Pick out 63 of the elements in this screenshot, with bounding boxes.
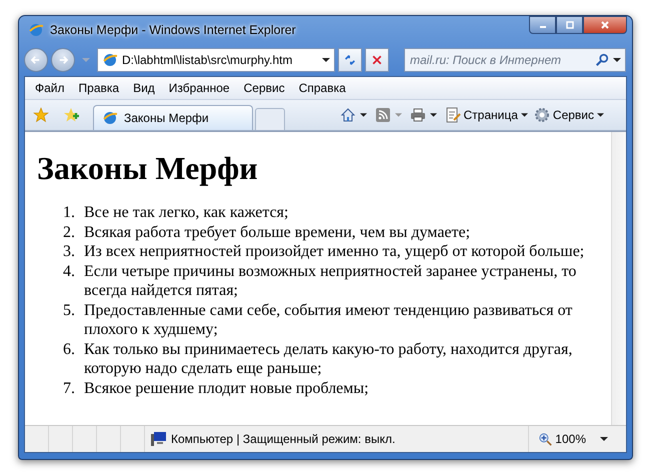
menu-item[interactable]: Избранное <box>168 81 230 95</box>
list-number: 2. <box>62 222 75 242</box>
back-button[interactable] <box>24 48 48 72</box>
search-icon[interactable] <box>595 53 609 67</box>
dropdown-icon[interactable] <box>613 58 621 62</box>
page-heading: Законы Мерфи <box>37 149 259 188</box>
globe-icon <box>102 110 118 126</box>
stop-button[interactable] <box>365 48 389 72</box>
dropdown-icon[interactable] <box>322 58 330 62</box>
zoom-button[interactable]: 100% <box>528 426 586 452</box>
zoom-icon <box>539 432 552 446</box>
refresh-icon <box>343 53 357 67</box>
window-title: Законы Мерфи - Windows Internet Explorer <box>50 23 296 37</box>
maximize-button[interactable] <box>556 16 583 34</box>
dropdown-icon[interactable] <box>360 113 367 117</box>
caret-icon <box>597 113 604 117</box>
menu-item[interactable]: Сервис <box>244 81 285 95</box>
star-icon[interactable] <box>33 107 49 123</box>
menu-item[interactable]: Вид <box>133 81 155 95</box>
browser-tab[interactable]: Законы Мерфи <box>93 105 253 130</box>
list-item: Всякое решение плодит новые проблемы; <box>84 378 370 398</box>
close-icon <box>600 20 610 30</box>
menu-item[interactable]: Справка <box>298 81 346 95</box>
dropdown-icon[interactable] <box>430 113 437 117</box>
search-field[interactable]: mail.ru: Поиск в Интернет <box>410 53 595 67</box>
close-button[interactable] <box>583 16 627 34</box>
address-field[interactable]: D:\labhtml\listab\src\murphy.htm <box>122 53 314 67</box>
refresh-button[interactable] <box>338 48 362 72</box>
stop-icon <box>371 54 383 66</box>
caret-icon <box>520 113 528 117</box>
gear-icon <box>534 107 550 123</box>
address-bar[interactable]: D:\labhtml\listab\src\murphy.htm <box>97 48 335 72</box>
list-number: 1. <box>62 203 75 223</box>
page-icon <box>444 107 461 123</box>
scrollbar[interactable] <box>611 132 626 425</box>
status-text: Компьютер | Защищенный режим: выкл. <box>171 432 396 446</box>
home-icon[interactable] <box>340 107 356 123</box>
tools-menu-button[interactable]: Сервис <box>534 103 604 127</box>
printer-icon[interactable] <box>410 107 426 123</box>
globe-icon <box>28 22 44 38</box>
menu-item[interactable]: Правка <box>78 81 120 95</box>
list-item: Всякая работа требует больше времени, чем вы думаете; <box>84 222 472 242</box>
list-item: Все не так легко, как кажется; <box>84 203 290 223</box>
list-item: Из всех неприятностей произойдет именно та, ущерб от которой больше; <box>84 242 586 262</box>
add-favorite-icon[interactable] <box>63 107 79 123</box>
list-number: 5. <box>62 300 75 321</box>
globe-icon <box>102 52 118 68</box>
list-number: 3. <box>62 242 75 262</box>
search-bar[interactable]: mail.ru: Поиск в Интернет <box>404 48 626 72</box>
minimize-button[interactable] <box>529 16 556 34</box>
feed-icon[interactable] <box>374 107 391 123</box>
list-item: Если четыре причины возможных неприятностей заранее устранены, то всегда найдется пятая; <box>84 262 578 301</box>
page-menu-button[interactable]: Страница <box>444 103 528 127</box>
list-number: 7. <box>62 378 75 398</box>
maximize-icon <box>564 20 574 30</box>
forward-button[interactable] <box>51 48 75 72</box>
list-number: 6. <box>62 340 75 360</box>
computer-icon <box>151 431 167 447</box>
list-item: Как только вы принимаетесь делать какую-то работу, находится другая, которую надо сделать еще раньше; <box>84 340 574 379</box>
dropdown-icon[interactable] <box>600 437 608 441</box>
menu-item[interactable]: Файл <box>35 81 65 95</box>
list-item: Предоставленные сами себе, события имеют тенденцию развиваться от плохого к худшему; <box>84 300 574 340</box>
list-number: 4. <box>62 262 75 282</box>
